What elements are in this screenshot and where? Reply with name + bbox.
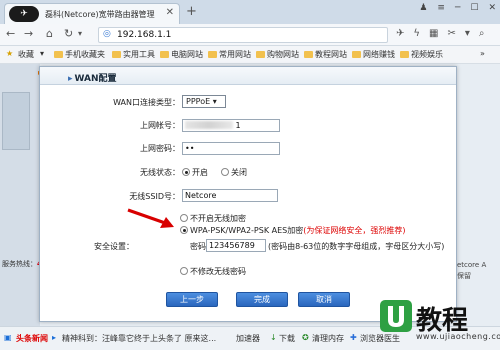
- wireless-off-radio[interactable]: 关闭: [221, 167, 247, 178]
- dialog-title: WAN配置: [68, 71, 117, 84]
- dialog-header: WAN配置: [40, 67, 456, 85]
- bookmark-video[interactable]: 视频娱乐: [400, 49, 443, 60]
- accelerate-icon[interactable]: ✈: [396, 28, 404, 39]
- bookmark-earn[interactable]: 网络赚钱: [352, 49, 395, 60]
- browser-tab[interactable]: ✈ 磊科(Netcore)宽带路由器管理 ✕: [4, 3, 180, 24]
- password-label: 上网密码：: [140, 144, 180, 153]
- blurred-account: [185, 121, 233, 129]
- status-accelerator[interactable]: 加速器: [236, 333, 260, 344]
- prev-button[interactable]: 上一步: [166, 292, 218, 307]
- account-label: 上网帐号：: [140, 121, 180, 130]
- toolbar-icons: ✈ ϟ ▦ ✂ ▾ ⌕: [396, 28, 484, 39]
- bookmark-favorites[interactable]: 收藏: [18, 49, 34, 60]
- key-field[interactable]: 123456789: [206, 239, 266, 252]
- password-field[interactable]: ••: [182, 142, 280, 155]
- account-field[interactable]: 1: [182, 119, 280, 132]
- sec-keep-radio[interactable]: 不修改无线密码: [180, 266, 246, 277]
- finish-button[interactable]: 完成: [236, 292, 288, 307]
- navigation-bar: ← → ⌂ ↻ ▾ ◎ 192.168.1.1 ✈ ϟ ▦ ✂ ▾ ⌕: [0, 24, 500, 46]
- bookmarks-bar: ★ 收藏 ▾ 手机收藏夹 实用工具 电脑网站 常用网站 购物网站 教程网站 网络…: [0, 46, 500, 64]
- bookmark-tools[interactable]: 实用工具: [112, 49, 155, 60]
- key-hint: (密码由8-63位的数字字母组成，字母区分大小写): [268, 242, 445, 251]
- conn-type-select[interactable]: PPPoE ▾: [182, 95, 226, 108]
- cancel-button[interactable]: 取消: [298, 292, 350, 307]
- maximize-icon[interactable]: ☐: [470, 3, 478, 13]
- wireless-on-radio[interactable]: 开启: [182, 167, 208, 178]
- ticker-arrow-icon: ▸: [52, 333, 57, 342]
- search-icon[interactable]: ⌕: [479, 28, 485, 39]
- back-icon[interactable]: ←: [6, 27, 15, 40]
- page-info-icon[interactable]: ◎: [103, 29, 111, 39]
- window-controls: ♟ ≡ ─ ☐ ✕: [419, 3, 496, 13]
- status-clean-memory[interactable]: 清理内存: [312, 333, 344, 344]
- chevron-down-icon: ▾: [212, 97, 217, 106]
- wan-config-dialog: WAN配置 WAN口连接类型： PPPoE ▾ 上网帐号： 1 上网密码： ••…: [39, 66, 457, 322]
- new-tab-icon[interactable]: +: [186, 4, 197, 19]
- watermark-url: www.ujiaocheng.com: [416, 332, 500, 341]
- bookmark-shopping[interactable]: 购物网站: [256, 49, 299, 60]
- watermark-logo: 教程 www.ujiaocheng.com: [376, 296, 500, 350]
- clean-icon: ✪: [302, 333, 309, 342]
- address-bar[interactable]: ◎ 192.168.1.1: [98, 27, 388, 43]
- close-tab-icon[interactable]: ✕: [166, 7, 174, 18]
- bookmark-mobile[interactable]: 手机收藏夹: [54, 49, 105, 60]
- sec-none-radio[interactable]: 不开启无线加密: [180, 213, 246, 224]
- bookmark-common[interactable]: 常用网站: [208, 49, 251, 60]
- scissors-icon[interactable]: ✂: [447, 28, 455, 39]
- menu-icon[interactable]: ≡: [437, 3, 445, 13]
- close-window-icon[interactable]: ✕: [488, 3, 496, 13]
- home-icon[interactable]: ⌂: [46, 27, 53, 40]
- doctor-icon: ✚: [350, 333, 357, 342]
- skin-icon[interactable]: ♟: [419, 3, 427, 13]
- news-icon: ▣: [4, 333, 12, 342]
- bookmarks-more-icon[interactable]: »: [480, 49, 485, 58]
- forward-icon[interactable]: →: [24, 27, 33, 40]
- news-label[interactable]: 头条新闻: [16, 333, 48, 344]
- netcore-logo-icon: ✈: [9, 6, 39, 22]
- news-ticker[interactable]: 精神科到：汪峰靠它终于上头条了 原来这...: [62, 333, 216, 344]
- favorites-star-icon: ★: [6, 49, 14, 58]
- minimize-icon[interactable]: ─: [455, 3, 460, 13]
- ssid-label: 无线SSID号：: [129, 192, 180, 201]
- tab-title: 磊科(Netcore)宽带路由器管理: [45, 10, 155, 19]
- refresh-dropdown-icon[interactable]: ▾: [78, 29, 82, 38]
- red-arrow-annotation: [127, 208, 174, 228]
- bookmark-pc-sites[interactable]: 电脑网站: [160, 49, 203, 60]
- security-label: 安全设置：: [94, 242, 134, 251]
- status-download[interactable]: 下载: [279, 333, 295, 344]
- conn-type-label: WAN口连接类型：: [113, 98, 180, 107]
- grid-icon[interactable]: ▦: [429, 28, 438, 39]
- address-text: 192.168.1.1: [117, 30, 172, 40]
- monitor-image: [2, 92, 30, 150]
- download-icon: ↓: [270, 333, 277, 342]
- page-right-text: etcore A 保留: [457, 261, 487, 280]
- browser-tab-bar: ✈ 磊科(Netcore)宽带路由器管理 ✕ + ♟ ≡ ─ ☐ ✕: [0, 0, 500, 24]
- refresh-icon[interactable]: ↻: [64, 27, 73, 40]
- bookmark-tutorials[interactable]: 教程网站: [304, 49, 347, 60]
- wireless-state-label: 无线状态：: [140, 168, 180, 177]
- bookmark-dropdown-icon[interactable]: ▾: [40, 49, 44, 58]
- sec-wpa-note: (为保证网络安全，强烈推荐): [303, 226, 406, 235]
- lightning-icon[interactable]: ϟ: [413, 28, 420, 39]
- watermark-badge: [380, 300, 412, 332]
- ssid-field[interactable]: Netcore: [182, 189, 278, 202]
- toolbar-menu-icon[interactable]: ▾: [465, 28, 470, 39]
- sec-wpa-radio[interactable]: WPA-PSK/WPA2-PSK AES加密(为保证网络安全，强烈推荐): [180, 225, 405, 236]
